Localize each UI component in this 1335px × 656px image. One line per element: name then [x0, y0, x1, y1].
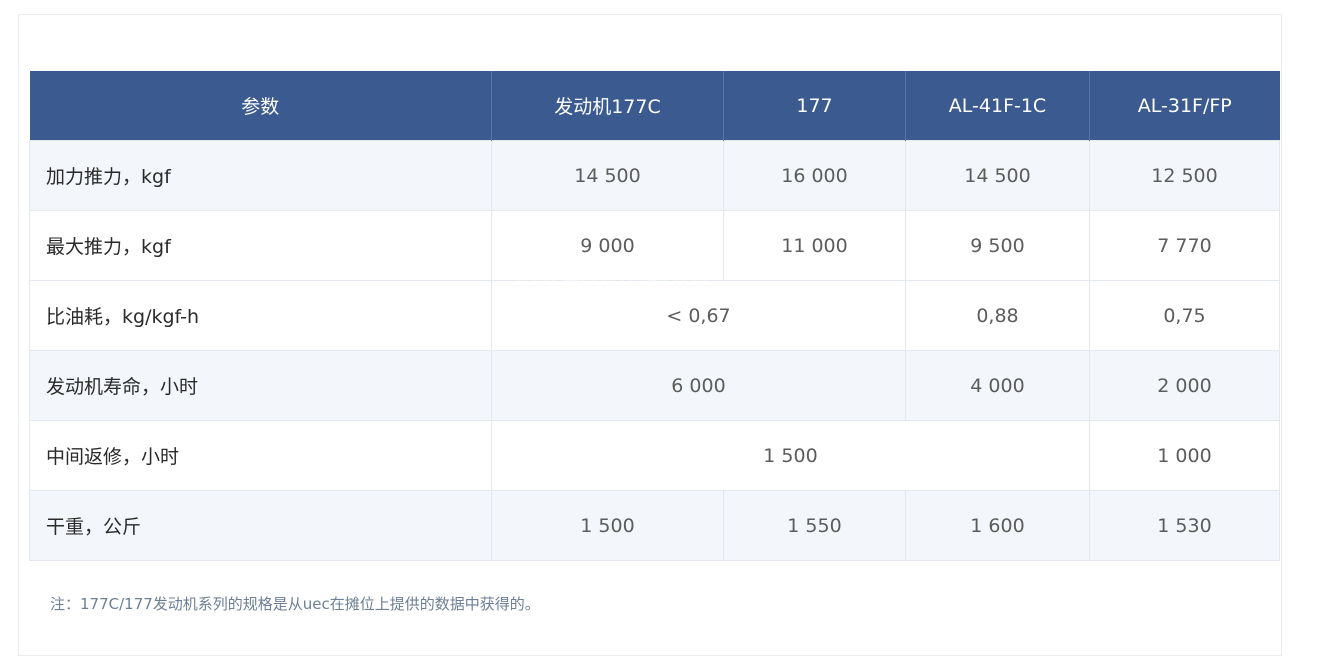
- header-engine-al41f1c: AL-41F-1C: [905, 71, 1090, 141]
- row-label: 比油耗，kg/kgf-h: [29, 280, 492, 351]
- row-label: 中间返修，小时: [29, 420, 492, 491]
- table-cell: 1 530: [1089, 490, 1280, 561]
- faded-footer: [50, 624, 54, 640]
- row-label: 加力推力，kgf: [29, 140, 492, 211]
- table-cell: 12 500: [1089, 140, 1280, 211]
- table-row: 加力推力，kgf 14 500 16 000 14 500 12 500: [29, 140, 1280, 211]
- table-row: 干重，公斤 1 500 1 550 1 600 1 530: [29, 490, 1280, 561]
- header-engine-al31ffp: AL-31F/FP: [1089, 71, 1280, 141]
- table-row: 最大推力，kgf 9 000 11 000 9 500 7 770: [29, 210, 1280, 281]
- table-cell: 9 500: [905, 210, 1090, 281]
- engine-spec-table: 参数 发动机177C 177 AL-41F-1C AL-31F/FP 加力推力，…: [29, 71, 1280, 561]
- table-cell: 16 000: [723, 140, 906, 211]
- row-label: 发动机寿命，小时: [29, 350, 492, 421]
- table-cell: 1 500: [491, 490, 724, 561]
- table-cell: 2 000: [1089, 350, 1280, 421]
- header-engine-177: 177: [723, 71, 906, 141]
- table-row: 中间返修，小时 1 500 1 000: [29, 420, 1280, 491]
- table-cell: 11 000: [723, 210, 906, 281]
- table-cell: 1 000: [1089, 420, 1280, 491]
- table-cell: 1 600: [905, 490, 1090, 561]
- table-cell-merged: 1 500: [491, 420, 1090, 491]
- row-label: 干重，公斤: [29, 490, 492, 561]
- table-row: 比油耗，kg/kgf-h < 0,67 0,88 0,75: [29, 280, 1280, 351]
- table-cell: 9 000: [491, 210, 724, 281]
- table-header-row: 参数 发动机177C 177 AL-41F-1C AL-31F/FP: [29, 71, 1280, 141]
- table-cell: 1 550: [723, 490, 906, 561]
- faded-title: [30, 16, 37, 37]
- table-row: 发动机寿命，小时 6 000 4 000 2 000: [29, 350, 1280, 421]
- table-cell: 4 000: [905, 350, 1090, 421]
- footnote: 注：177C/177发动机系列的规格是从uec在摊位上提供的数据中获得的。: [50, 595, 540, 613]
- header-parameter: 参数: [29, 71, 492, 141]
- row-label: 最大推力，kgf: [29, 210, 492, 281]
- header-engine-177c: 发动机177C: [491, 71, 724, 141]
- table-cell: 0,75: [1089, 280, 1280, 351]
- table-cell: 0,88: [905, 280, 1090, 351]
- table-cell: 7 770: [1089, 210, 1280, 281]
- table-cell: 14 500: [905, 140, 1090, 211]
- table-cell: 14 500: [491, 140, 724, 211]
- table-cell-merged: < 0,67: [491, 280, 906, 351]
- table-cell-merged: 6 000: [491, 350, 906, 421]
